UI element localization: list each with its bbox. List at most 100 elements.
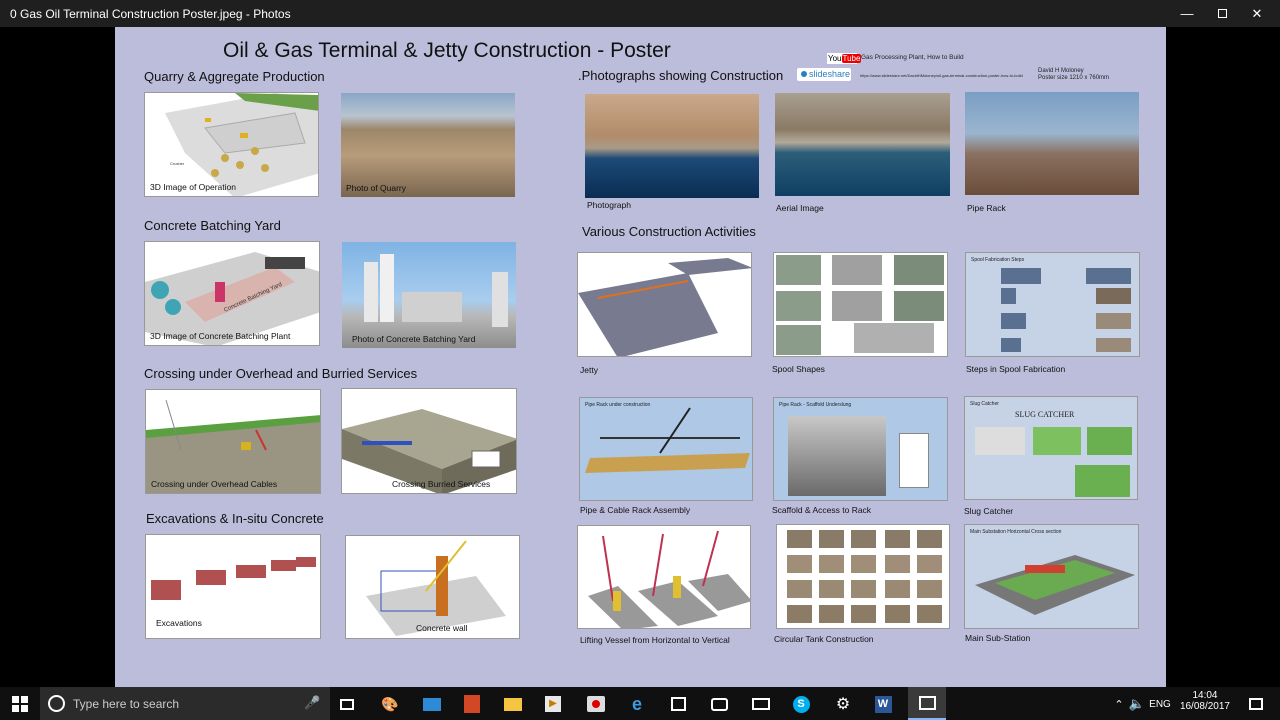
window-title: 0 Gas Oil Terminal Construction Poster.j… (10, 7, 291, 21)
search-box[interactable]: Type here to search 🎤 (40, 687, 330, 720)
circular-tank-image (776, 524, 950, 629)
mail-icon (752, 698, 770, 710)
cortana-icon (48, 695, 65, 712)
paint-icon: 🎨 (381, 695, 399, 712)
task-view-icon (340, 698, 354, 710)
photos-icon (918, 695, 936, 710)
mail-app[interactable] (747, 691, 775, 717)
caption-pipe-rack: Pipe Rack (967, 203, 1006, 213)
media-player-app[interactable]: ▶ (539, 691, 567, 717)
start-button[interactable] (6, 691, 34, 717)
image-viewer[interactable]: Oil & Gas Terminal & Jetty Construction … (0, 27, 1280, 687)
word-icon: W (874, 695, 892, 713)
caption-tank: Circular Tank Construction (774, 634, 874, 644)
slug-catcher-image: Slug Catcher SLUG CATCHER (964, 396, 1138, 500)
store-app[interactable] (664, 691, 692, 717)
scaffold-underslung-label: Pipe Rack - Scaffold Underslung (779, 402, 852, 408)
youtube-logo: YouTube (827, 53, 862, 64)
pipe-rack-photo (965, 92, 1139, 195)
slideshare-link: https://www.slideshare.net/DavidHMoloney… (860, 73, 1023, 78)
taskbar: Type here to search 🎤 🎨 ▶ e S ⚙ W ⌃ 🔈 EN… (0, 687, 1280, 720)
paint-app[interactable]: 🎨 (376, 691, 404, 717)
record-icon (587, 696, 605, 712)
aerial-image (775, 93, 950, 196)
caption-photograph: Photograph (587, 200, 631, 210)
poster-size: Poster size 1210 x 760mm (1038, 75, 1110, 81)
minimize-icon: — (1180, 6, 1194, 21)
settings-app[interactable]: ⚙ (829, 691, 857, 717)
scaffold-photo-inset (788, 416, 886, 496)
edge-app[interactable]: e (623, 691, 651, 717)
jetty-drawing (578, 258, 751, 356)
jetty-image (577, 252, 752, 357)
crusher-label: Crusher (170, 161, 185, 166)
caption-spool-steps: Steps in Spool Fabrication (966, 364, 1066, 374)
slug-catcher-title: SLUG CATCHER (1015, 410, 1075, 419)
caption-batching-photo: Photo of Concrete Batching Yard (352, 334, 476, 344)
caption-batching-3d: 3D Image of Concrete Batching Plant (150, 331, 291, 341)
notification-icon (1249, 698, 1263, 710)
play-icon: ▶ (545, 696, 561, 712)
slug-panel-4 (1075, 465, 1130, 497)
youtube-caption: Gas Processing Plant, How to Build (861, 54, 964, 61)
camera-app[interactable] (705, 691, 733, 717)
recorder-app[interactable] (582, 691, 610, 717)
folder-icon (504, 697, 522, 711)
lifting-drawing (588, 530, 750, 628)
powerpoint-icon (464, 695, 480, 713)
clock[interactable]: 14:04 16/08/2017 (1180, 690, 1230, 712)
lifting-vessel-image (577, 525, 751, 629)
poster-image: Oil & Gas Terminal & Jetty Construction … (115, 27, 1166, 687)
word-app[interactable]: W (869, 691, 897, 717)
section-quarry: Quarry & Aggregate Production (144, 69, 325, 84)
caption-substation: Main Sub-Station (965, 633, 1031, 643)
file-explorer-app[interactable] (499, 691, 527, 717)
section-crossing: Crossing under Overhead and Burried Serv… (144, 366, 418, 381)
caption-quarry-3d: 3D Image of Operation (150, 182, 236, 192)
action-center-button[interactable] (1242, 691, 1270, 717)
photograph-image (585, 94, 759, 198)
gear-icon: ⚙ (835, 696, 851, 713)
slug-panel-2 (1033, 427, 1081, 455)
clock-date: 16/08/2017 (1179, 701, 1230, 712)
slug-panel-3 (1087, 427, 1132, 455)
cable-rack-drawing (585, 407, 750, 473)
close-button[interactable]: ✕ (1234, 0, 1280, 27)
concrete-wall-image: Concrete wall (345, 535, 520, 639)
substation-drawing (975, 555, 1135, 615)
spool-shapes-image (773, 252, 948, 357)
burried-services-image: Crossing Burried Services (341, 388, 517, 494)
caption-cable-rack: Pipe & Cable Rack Assembly (580, 505, 691, 515)
photos-app-active[interactable] (908, 687, 946, 720)
section-batching: Concrete Batching Yard (144, 218, 281, 233)
caption-quarry-photo: Photo of Quarry (346, 183, 407, 193)
powerpoint-app[interactable] (458, 691, 486, 717)
slideshare-logo: slideshare (797, 68, 851, 81)
slug-panel-1 (975, 427, 1025, 455)
caption-aerial: Aerial Image (776, 203, 824, 213)
batching-photo: Photo of Concrete Batching Yard (342, 242, 516, 348)
overhead-cables-image: Crossing under Overhead Cables (145, 389, 321, 494)
caption-scaffold: Scaffold & Access to Rack (772, 505, 872, 515)
scaffold-sketch-inset (899, 433, 929, 488)
caption-excavations: Excavations (156, 618, 202, 628)
silo-drawing (364, 254, 508, 327)
caption-burried: Crossing Burried Services (392, 479, 491, 489)
clock-time: 14:04 (1192, 690, 1218, 701)
spool-steps-image: Spool Fabrication Steps (965, 252, 1140, 357)
language-button[interactable]: ENG (1145, 691, 1175, 717)
substation-image: Main Substation Horizontal Cross section (964, 524, 1139, 629)
remote-desktop-app[interactable] (418, 691, 446, 717)
camera-icon (710, 697, 728, 711)
caption-slug: Slug Catcher (964, 506, 1014, 516)
skype-app[interactable]: S (787, 691, 815, 717)
speaker-icon: 🔈 (1128, 696, 1146, 711)
quarry-3d-image: Crusher 3D Image of Operation (144, 92, 319, 197)
microphone-icon[interactable]: 🎤 (304, 695, 320, 711)
spool-drawing (776, 255, 944, 355)
monitor-icon (423, 697, 441, 711)
skype-icon: S (792, 695, 810, 713)
poster-title: Oil & Gas Terminal & Jetty Construction … (223, 39, 671, 62)
task-view-button[interactable] (333, 691, 361, 717)
caption-jetty: Jetty (580, 365, 598, 375)
